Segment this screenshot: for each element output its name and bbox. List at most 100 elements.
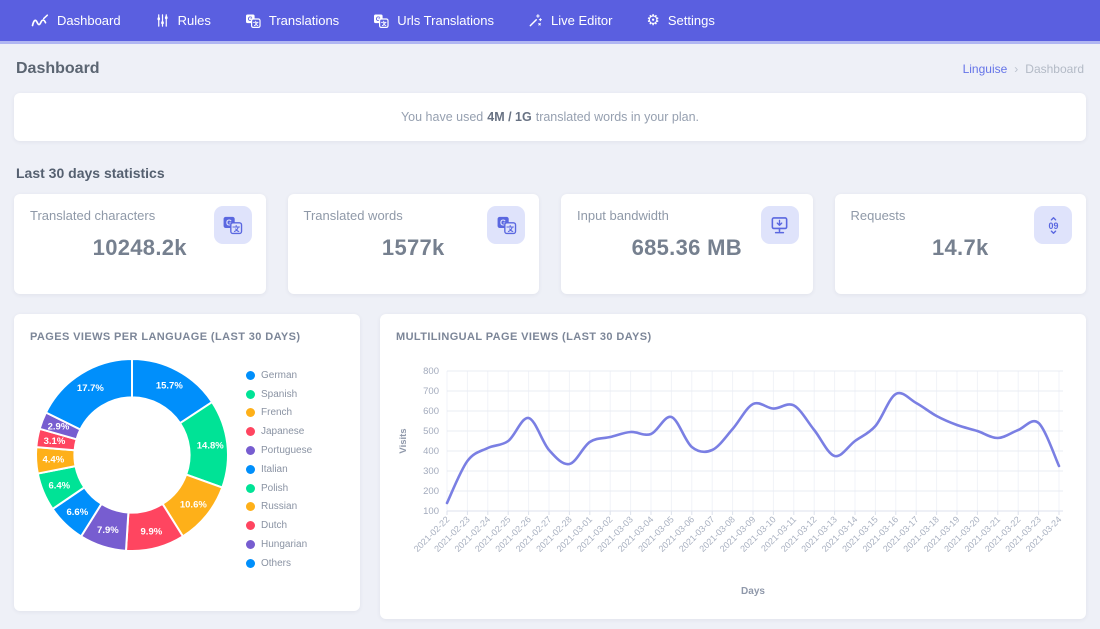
- legend-label: Others: [261, 557, 292, 569]
- legend-dot: [246, 483, 255, 493]
- legend-dot: [246, 540, 255, 550]
- requests-icon: 09: [1034, 206, 1072, 244]
- stat-card-translated-words: Translated words G 1577k: [287, 194, 539, 294]
- legend-item-polish[interactable]: Polish: [246, 479, 312, 498]
- legend-label: French: [261, 407, 293, 419]
- legend-dot: [246, 464, 255, 474]
- nav-item-translations[interactable]: G Translations: [228, 0, 356, 41]
- legend-item-others[interactable]: Others: [246, 554, 312, 573]
- brand-logo-icon: [31, 13, 49, 28]
- nav-item-rules[interactable]: Rules: [138, 0, 228, 41]
- charts-row: PAGES VIEWS PER LANGUAGE (LAST 30 DAYS) …: [14, 314, 1086, 619]
- wand-icon: [528, 13, 543, 28]
- stat-card-requests: Requests 09 14.7k: [834, 194, 1086, 294]
- donut-slice-label: 4.4%: [42, 454, 64, 465]
- gear-icon: ⚙: [646, 12, 660, 29]
- donut-slice-label: 14.8%: [197, 441, 224, 452]
- legend-label: Hungarian: [261, 539, 308, 551]
- y-axis-title: Visits: [398, 428, 409, 453]
- nav-item-live-editor[interactable]: Live Editor: [511, 0, 629, 41]
- x-axis-title: Days: [741, 586, 765, 597]
- donut-slice-others[interactable]: [44, 358, 133, 431]
- line-chart-title: MULTILINGUAL PAGE VIEWS (LAST 30 DAYS): [396, 331, 652, 343]
- notice-text-suffix: translated words in your plan.: [535, 110, 699, 124]
- translate-icon: G: [487, 206, 525, 244]
- donut-slice-label: 3.1%: [44, 436, 66, 447]
- legend-item-italian[interactable]: Italian: [246, 460, 312, 479]
- y-axis-tick-label: 700: [423, 386, 439, 397]
- top-navbar: Dashboard Rules G Translations G Urls Tr…: [0, 0, 1100, 44]
- legend-label: Portuguese: [261, 445, 313, 457]
- legend-item-portuguese[interactable]: Portuguese: [246, 441, 312, 460]
- nav-item-label: Settings: [667, 13, 715, 28]
- svg-text:09: 09: [1048, 221, 1058, 231]
- legend-label: Spanish: [261, 388, 298, 400]
- legend-item-french[interactable]: French: [246, 404, 312, 423]
- legend-dot: [246, 370, 255, 380]
- donut-chart-title: PAGES VIEWS PER LANGUAGE (LAST 30 DAYS): [30, 331, 301, 343]
- legend-dot: [246, 502, 255, 512]
- donut-chart-card: PAGES VIEWS PER LANGUAGE (LAST 30 DAYS) …: [14, 314, 360, 611]
- legend-dot: [246, 427, 255, 437]
- legend-item-hungarian[interactable]: Hungarian: [246, 535, 312, 554]
- nav-item-label: Rules: [177, 13, 211, 28]
- legend-dot: [246, 558, 255, 568]
- translate-icon: G: [213, 206, 252, 244]
- nav-item-dashboard[interactable]: Dashboard: [14, 0, 138, 41]
- donut-chart-area: 15.7% 14.8% 10.6% 9.9% 7.9% 6.6% 6.4% 4.4% 3.1% 2…: [14, 345, 360, 573]
- y-axis-tick-label: 800: [423, 366, 439, 377]
- legend-label: Polish: [261, 482, 289, 494]
- legend-item-dutch[interactable]: Dutch: [246, 516, 312, 535]
- bandwidth-icon: [760, 206, 799, 244]
- legend-dot: [246, 408, 255, 418]
- breadcrumb-separator-icon: ›: [1014, 62, 1019, 76]
- donut-slice-label: 9.9%: [141, 526, 163, 537]
- plan-usage-notice: You have used 4M / 1G translated words i…: [14, 93, 1086, 141]
- y-axis-tick-label: 100: [423, 506, 439, 517]
- legend-dot: [246, 446, 255, 456]
- legend-dot: [246, 521, 255, 531]
- stats-row: Translated characters G 10248.2k Transla…: [14, 194, 1086, 294]
- stats-section-heading: Last 30 days statistics: [16, 165, 165, 181]
- breadcrumb-link-linguise[interactable]: Linguise: [963, 62, 1008, 76]
- nav-item-urls-translations[interactable]: G Urls Translations: [356, 0, 511, 41]
- donut-chart: 15.7%14.8%10.6%9.9%7.9%6.6%6.4%4.4%3.1%2…: [35, 358, 229, 552]
- donut-slice-label: 15.7%: [156, 381, 183, 392]
- y-axis-tick-label: 400: [423, 446, 439, 457]
- legend-item-russian[interactable]: Russian: [246, 498, 312, 517]
- notice-usage-value: 4M / 1G: [487, 110, 532, 124]
- page-header: Dashboard Linguise › Dashboard: [14, 41, 1086, 93]
- legend-label: Italian: [261, 463, 288, 475]
- nav-item-label: Urls Translations: [397, 13, 494, 28]
- page-title: Dashboard: [16, 60, 100, 77]
- y-axis-tick-label: 300: [423, 466, 439, 477]
- donut-slice-label: 7.9%: [97, 525, 119, 536]
- donut-slice-label: 6.4%: [48, 480, 70, 491]
- translate-icon: G: [373, 13, 389, 29]
- legend-label: Japanese: [261, 426, 305, 438]
- nav-item-settings[interactable]: ⚙ Settings: [629, 0, 731, 41]
- line-chart: 1002003004005006007008002021-02-222021-0…: [398, 366, 1063, 597]
- stat-card-translated-characters: Translated characters G 10248.2k: [14, 194, 266, 294]
- donut-legend: German Spanish French Japanese Portuguese Ita…: [238, 353, 312, 573]
- y-axis-tick-label: 200: [423, 486, 439, 497]
- breadcrumb: Linguise › Dashboard: [963, 62, 1084, 76]
- nav-item-label: Live Editor: [551, 13, 613, 28]
- donut-slice-label: 6.6%: [67, 507, 89, 518]
- donut-slice-label: 17.7%: [77, 383, 104, 394]
- nav-item-label: Dashboard: [57, 13, 121, 28]
- legend-item-german[interactable]: German: [246, 366, 312, 385]
- legend-dot: [246, 389, 255, 399]
- stat-card-input-bandwidth: Input bandwidth 685.36 MB: [561, 194, 813, 294]
- legend-label: German: [261, 369, 298, 381]
- y-axis-tick-label: 600: [423, 406, 439, 417]
- nav-item-label: Translations: [268, 13, 340, 28]
- sliders-icon: [155, 13, 170, 28]
- donut-slice-label: 10.6%: [180, 499, 207, 510]
- legend-item-japanese[interactable]: Japanese: [246, 422, 312, 441]
- line-chart-card: MULTILINGUAL PAGE VIEWS (LAST 30 DAYS) 1…: [380, 314, 1086, 619]
- legend-label: Dutch: [261, 520, 288, 532]
- breadcrumb-current: Dashboard: [1025, 62, 1084, 76]
- y-axis-tick-label: 500: [423, 426, 439, 437]
- legend-item-spanish[interactable]: Spanish: [246, 385, 312, 404]
